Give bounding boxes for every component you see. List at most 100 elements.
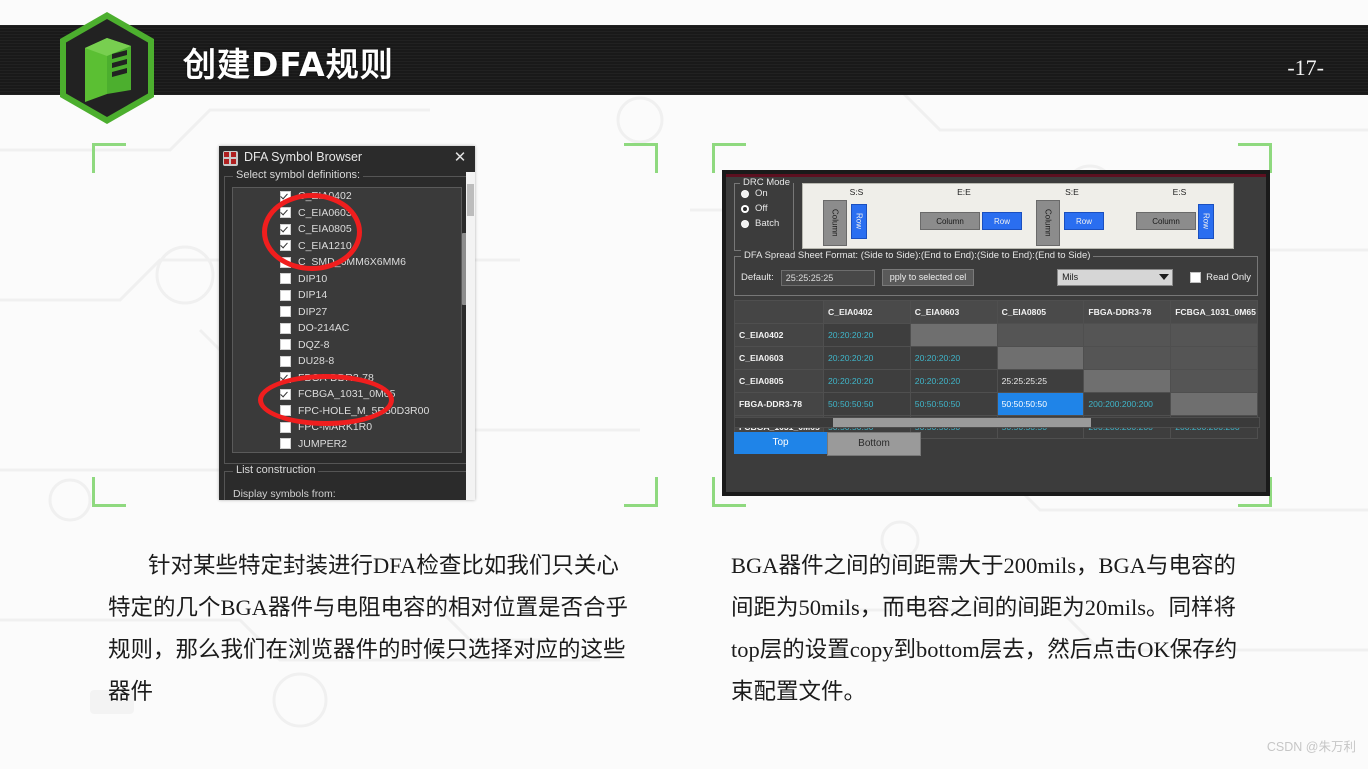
checkbox-icon[interactable] (280, 438, 291, 450)
grid-column-header[interactable]: C_EIA0805 (996, 300, 1085, 324)
grid-column-header[interactable]: C_EIA0402 (823, 300, 911, 324)
grid-cell[interactable]: 200:200:200:200 (1083, 392, 1172, 416)
corner-group-ss: S:S Column Row (803, 184, 910, 248)
close-icon[interactable]: ✕ (451, 149, 469, 167)
grid-cell[interactable] (909, 323, 998, 347)
symbol-list-item[interactable]: DIP10 (233, 271, 461, 288)
read-only-checkbox[interactable]: Read Only (1190, 272, 1251, 283)
apply-to-selected-cell-button[interactable]: pply to selected cel (881, 269, 975, 286)
symbol-label: DO-214AC (298, 322, 350, 335)
dialog-right-rail (466, 172, 475, 500)
grid-cell[interactable] (1170, 392, 1258, 416)
checkbox-icon[interactable] (280, 421, 291, 433)
corner-group-title: S:S (849, 187, 864, 197)
corner-group-ee: E:E Column Row (910, 184, 1022, 248)
grid-row-header[interactable]: FBGA-DDR3-78 (734, 392, 824, 416)
corner-group-title: E:E (957, 187, 971, 197)
table-row: C_EIA0603 20:20:20:20 20:20:20:20 (734, 346, 1258, 370)
page-title: 创建DFA规则 (183, 45, 394, 84)
option-label: Off (755, 203, 768, 214)
column-block[interactable]: Column (1136, 212, 1196, 230)
grid-column-header[interactable]: C_EIA0603 (909, 300, 998, 324)
grid-cell[interactable]: 20:20:20:20 (823, 323, 911, 347)
symbol-list-item[interactable]: DQZ-8 (233, 337, 461, 354)
grid-row-header[interactable]: C_EIA0402 (734, 323, 824, 347)
symbol-list-item[interactable]: C_EIA0402 (233, 188, 461, 205)
checkbox-icon[interactable] (280, 273, 291, 285)
units-value: Mils (1062, 272, 1079, 282)
watermark: CSDN @朱万利 (1266, 740, 1356, 754)
row-block[interactable]: Row (1198, 204, 1214, 239)
drc-mode-option-batch[interactable]: Batch (741, 218, 793, 229)
grid-cell[interactable] (1170, 346, 1258, 370)
grid-corner-cell[interactable] (734, 300, 824, 324)
grid-horizontal-scrollbar[interactable] (734, 417, 1260, 428)
grid-cell[interactable] (1083, 369, 1172, 393)
window-accent-line (726, 174, 1266, 177)
symbol-label: DIP10 (298, 272, 328, 285)
corner-bracket-right-tr (1238, 143, 1272, 173)
drc-mode-option-off[interactable]: Off (741, 203, 793, 214)
grid-cell[interactable]: 20:20:20:20 (823, 346, 911, 370)
grid-cell[interactable]: 20:20:20:20 (909, 369, 998, 393)
table-header-row: C_EIA0402 C_EIA0603 C_EIA0805 FBGA-DDR3-78 F… (734, 300, 1258, 324)
default-value-input[interactable]: 25:25:25:25 (780, 269, 875, 286)
grid-cell[interactable] (1170, 369, 1258, 393)
grid-cell[interactable] (996, 346, 1085, 370)
tab-top[interactable]: Top (734, 432, 827, 454)
symbol-label: DU28-8 (298, 355, 335, 368)
grid-cell[interactable] (996, 323, 1085, 347)
dfa-corner-diagram-panel: S:S Column Row E:E Column Row S:E Column… (802, 183, 1234, 249)
row-block[interactable]: Row (851, 204, 867, 239)
paragraph-right: BGA器件之间的间距需大于200mils，BGA与电容的间距为50mils，而电… (731, 553, 1238, 704)
grid-cell[interactable]: 50:50:50:50 (823, 392, 911, 416)
checkbox-icon (1190, 272, 1202, 283)
symbol-list-item[interactable]: DO-214AC (233, 320, 461, 337)
grid-cell[interactable] (1083, 346, 1172, 370)
grid-row-header[interactable]: C_EIA0603 (734, 346, 824, 370)
dfa-spreadsheet-window: DRC Mode On Off Batch S:S Column Row E:E… (722, 170, 1270, 496)
annotation-oval-bga (258, 374, 394, 426)
symbol-list-item[interactable]: JUMPER2 (233, 436, 461, 453)
symbol-label: DIP27 (298, 305, 328, 318)
grid-column-header[interactable]: FCBGA_1031_0M65 (1170, 300, 1258, 324)
default-label: Default: (741, 272, 774, 283)
symbol-list-item[interactable]: DU28-8 (233, 353, 461, 370)
grid-cell[interactable] (1083, 323, 1172, 347)
paragraph-left: 针对某些特定封装进行DFA检查比如我们只关心特定的几个BGA器件与电阻电容的相对… (108, 553, 629, 704)
grid-cell[interactable] (1170, 323, 1258, 347)
grid-cell[interactable]: 20:20:20:20 (823, 369, 911, 393)
grid-cell[interactable]: 20:20:20:20 (909, 346, 998, 370)
group-label: Select symbol definitions: (233, 169, 364, 181)
corner-group-title: S:E (1065, 187, 1079, 197)
grid-cell[interactable]: 50:50:50:50 (909, 392, 998, 416)
checkbox-icon[interactable] (280, 339, 291, 351)
page-number: -17- (1287, 55, 1324, 80)
list-construction-label: List construction (233, 464, 319, 476)
radio-icon (741, 219, 749, 228)
symbol-label: DQZ-8 (298, 338, 330, 351)
column-block[interactable]: Column (1036, 200, 1060, 246)
row-block[interactable]: Row (982, 212, 1022, 230)
row-block[interactable]: Row (1064, 212, 1104, 230)
symbol-list-item[interactable]: DIP27 (233, 304, 461, 321)
tab-bottom[interactable]: Bottom (827, 432, 921, 456)
checkbox-icon[interactable] (280, 322, 291, 334)
table-row: C_EIA0402 20:20:20:20 (734, 323, 1258, 347)
checkbox-icon[interactable] (280, 306, 291, 318)
column-block[interactable]: Column (920, 212, 980, 230)
corner-bracket-right-tl (712, 143, 746, 173)
grid-row-header[interactable]: C_EIA0805 (734, 369, 824, 393)
units-select[interactable]: Mils (1057, 269, 1174, 286)
radio-icon-selected (741, 204, 749, 213)
grid-cell[interactable]: 50:50:50:50 (996, 392, 1085, 416)
drc-mode-option-on[interactable]: On (741, 188, 793, 199)
dialog-title: DFA Symbol Browser (244, 150, 363, 164)
checkbox-icon[interactable] (280, 289, 291, 301)
column-block[interactable]: Column (823, 200, 847, 246)
checkbox-icon[interactable] (280, 355, 291, 367)
grid-column-header[interactable]: FBGA-DDR3-78 (1083, 300, 1172, 324)
symbol-list-item[interactable]: DIP14 (233, 287, 461, 304)
corner-bracket-left-tl (92, 143, 126, 173)
grid-cell[interactable]: 25:25:25:25 (996, 369, 1085, 393)
